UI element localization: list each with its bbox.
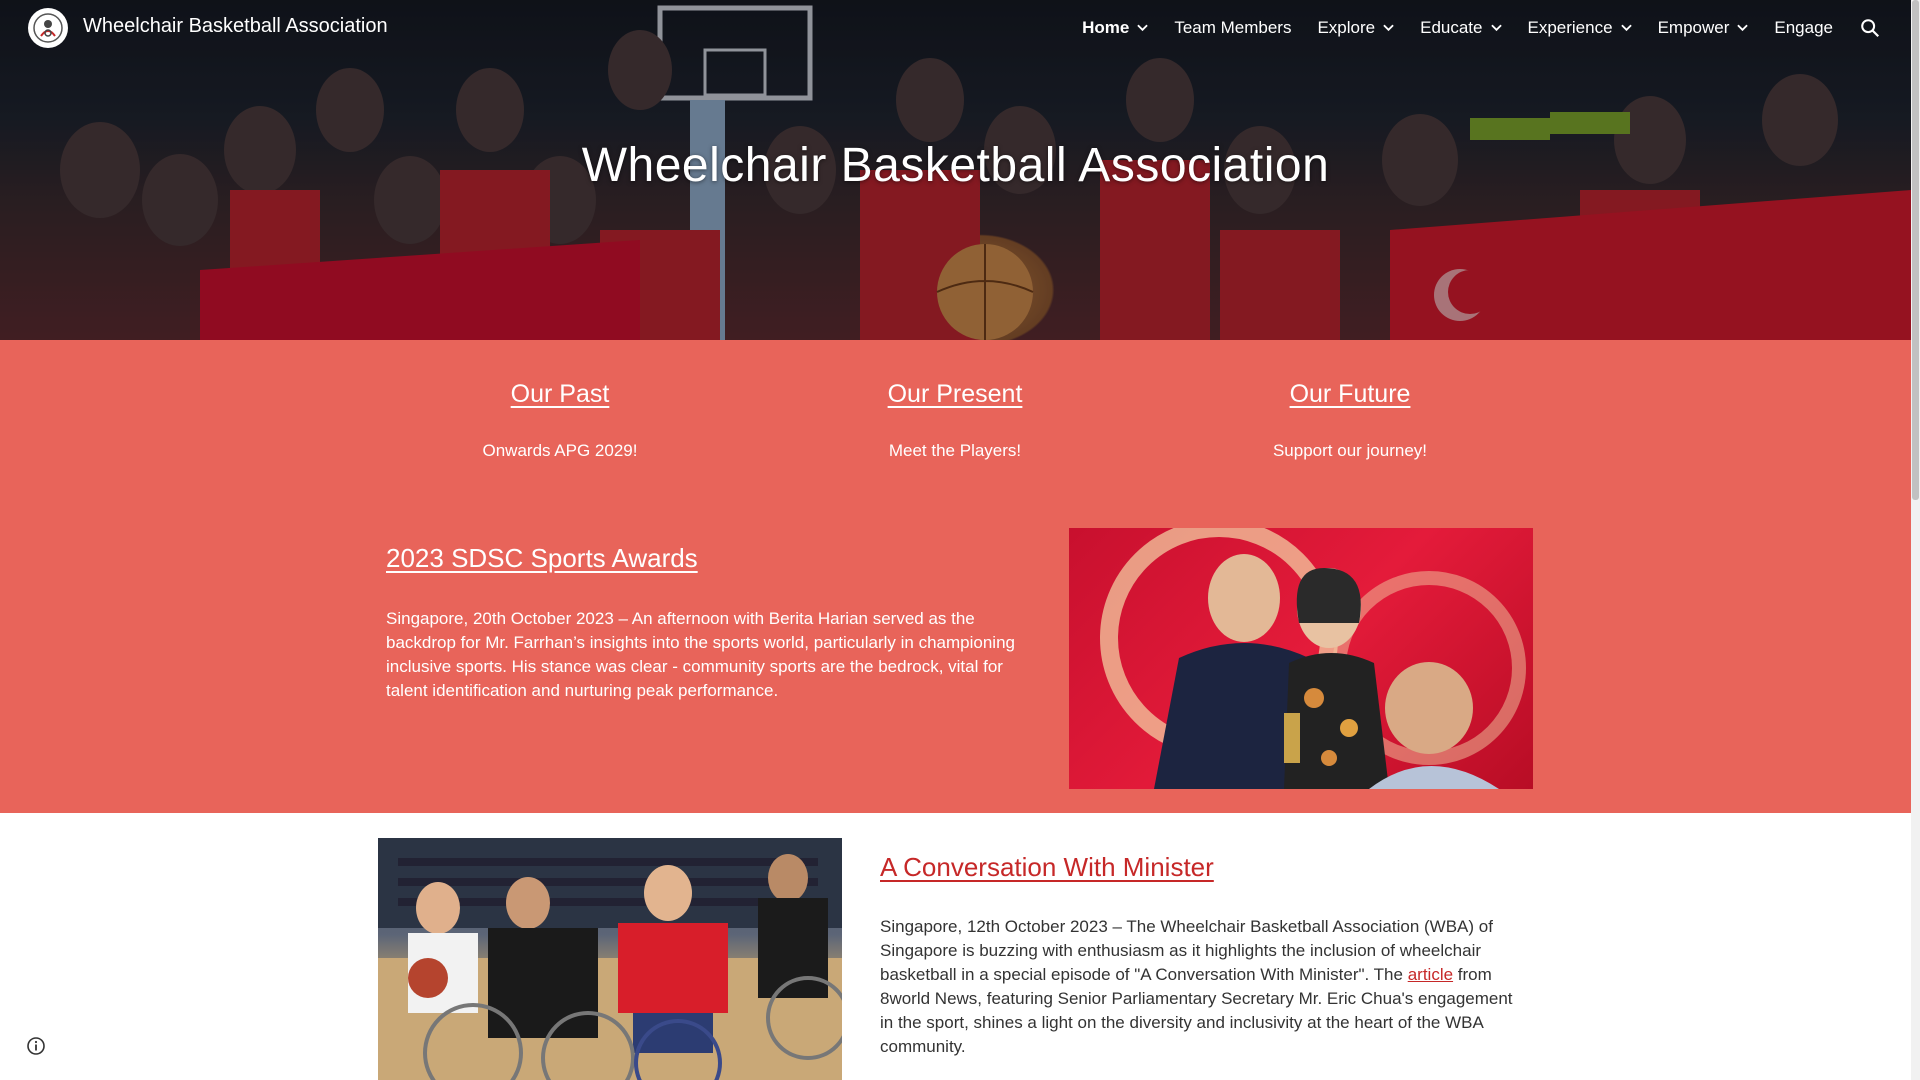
nav-label: Engage <box>1774 18 1833 37</box>
minister-body-text: Singapore, 12th October 2023 – The Wheel… <box>880 917 1493 984</box>
nav-educate[interactable]: Educate <box>1420 18 1502 38</box>
awards-title-link[interactable]: 2023 SDSC Sports Awards <box>386 543 698 574</box>
highlight-subtitle: Meet the Players! <box>888 441 1022 460</box>
chevron-down-icon <box>1490 24 1502 32</box>
highlight-future: Our Future Support our journey! <box>1200 380 1500 461</box>
chevron-down-icon <box>1620 24 1632 32</box>
nav-engage[interactable]: Engage <box>1774 18 1833 38</box>
top-navigation: Wheelchair Basketball Association Home T… <box>0 0 1911 56</box>
nav-experience[interactable]: Experience <box>1528 18 1632 38</box>
nav-home[interactable]: Home <box>1082 18 1149 38</box>
awards-photo <box>1069 528 1533 789</box>
awards-photo-graphic <box>1100 528 1526 789</box>
info-icon[interactable] <box>26 1036 46 1056</box>
search-icon[interactable] <box>1859 17 1881 39</box>
nav-label: Team Members <box>1174 18 1292 37</box>
chevron-down-icon <box>1383 24 1394 32</box>
minister-photo <box>378 838 842 1080</box>
highlight-title-link[interactable]: Our Present <box>805 380 1105 409</box>
nav-label: Experience <box>1527 18 1613 37</box>
highlight-title-link[interactable]: Our Past <box>410 380 710 409</box>
highlight-title-link[interactable]: Our Future <box>1200 380 1500 409</box>
site-title[interactable]: Wheelchair Basketball Association <box>83 15 388 38</box>
highlight-past: Our Past Onwards APG 2029! <box>410 380 710 461</box>
article-link[interactable]: article <box>1408 965 1453 984</box>
nav-label: Home <box>1082 18 1130 37</box>
highlights-section: Our Past Onwards APG 2029! Our Present M… <box>0 340 1911 813</box>
nav-label: Explore <box>1317 18 1376 37</box>
chevron-down-icon <box>1737 24 1749 32</box>
page-title: Wheelchair Basketball Association <box>581 139 1330 192</box>
minister-title-link[interactable]: A Conversation With Minister <box>880 852 1214 883</box>
nav-explore[interactable]: Explore <box>1317 18 1394 38</box>
nav-label: Educate <box>1420 18 1483 37</box>
scrollbar-thumb[interactable] <box>1912 0 1919 500</box>
nav-empower[interactable]: Empower <box>1658 18 1749 38</box>
nav-label: Empower <box>1657 18 1730 37</box>
minister-body: Singapore, 12th October 2023 – The Wheel… <box>880 915 1530 1059</box>
highlight-subtitle: Onwards APG 2029! <box>482 441 638 460</box>
awards-body: Singapore, 20th October 2023 – An aftern… <box>386 609 1015 700</box>
highlight-present: Our Present Meet the Players! <box>805 380 1105 461</box>
chevron-down-icon <box>1137 24 1149 32</box>
highlight-subtitle: Support our journey! <box>1272 441 1428 460</box>
main-nav: Home Team Members Explore Educate Experi… <box>1056 0 1881 56</box>
minister-photo-graphic <box>378 838 842 1080</box>
site-logo[interactable] <box>28 8 68 48</box>
wba-emblem-icon <box>33 13 63 43</box>
nav-team-members[interactable]: Team Members <box>1174 18 1291 38</box>
